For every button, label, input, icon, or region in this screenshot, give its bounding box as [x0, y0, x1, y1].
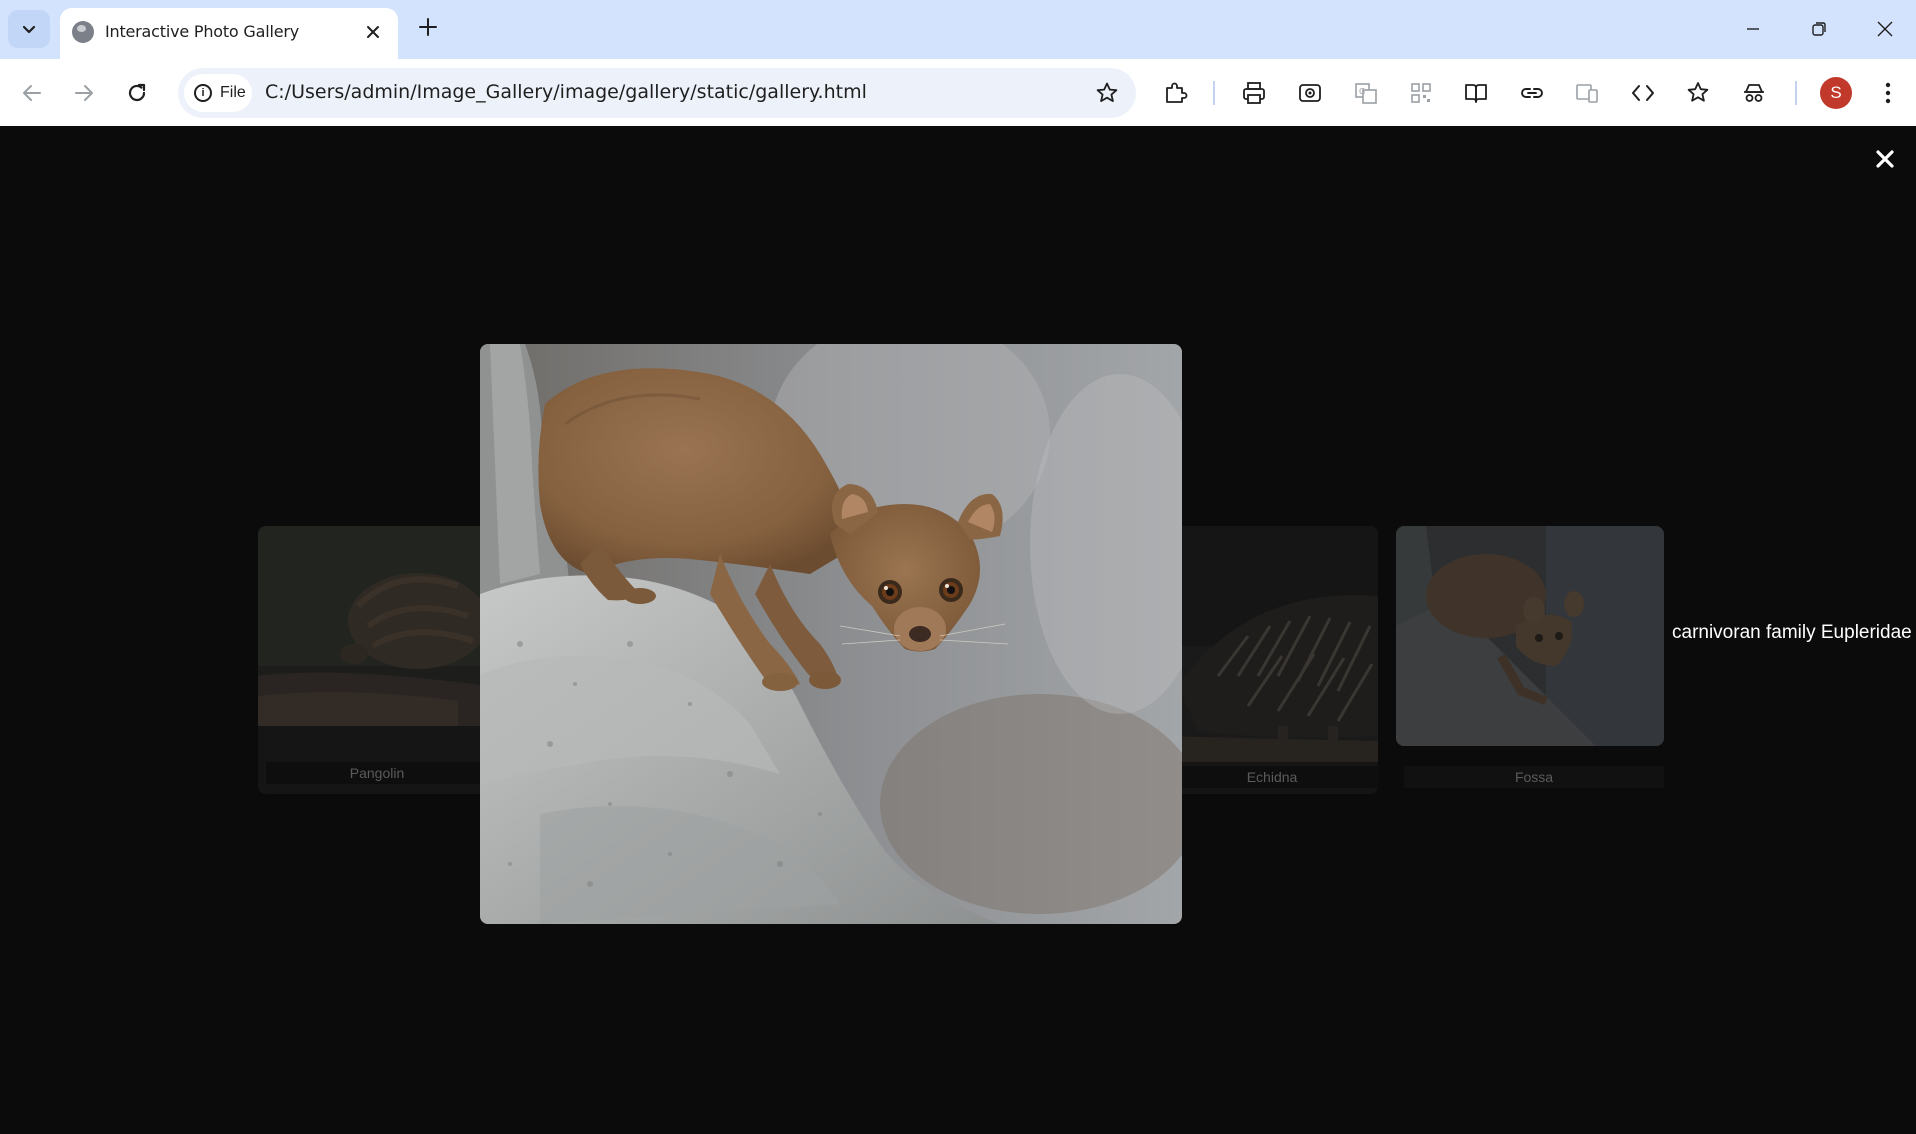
- gallery-page: Pangolin Echidna Fossa carnivoran family…: [0, 126, 1916, 1134]
- qr-code-button[interactable]: [1404, 76, 1438, 110]
- close-icon: [1876, 150, 1894, 168]
- back-button[interactable]: [12, 73, 52, 113]
- copy-link-button[interactable]: [1515, 76, 1549, 110]
- close-icon: [367, 26, 379, 38]
- tab-strip: Interactive Photo Gallery: [0, 0, 1916, 59]
- book-icon: [1465, 84, 1487, 103]
- gallery-card-echidna[interactable]: Echidna: [1158, 526, 1378, 794]
- gallery-card-pangolin[interactable]: Pangolin: [258, 526, 488, 794]
- window-close-button[interactable]: [1862, 8, 1908, 50]
- screenshot-button[interactable]: [1293, 76, 1327, 110]
- view-source-button[interactable]: [1626, 76, 1660, 110]
- lightbox-image: [480, 344, 1182, 924]
- arrow-right-icon: [75, 85, 93, 101]
- card-caption: Pangolin: [266, 762, 488, 784]
- browser-menu-button[interactable]: [1873, 76, 1903, 110]
- svg-text:G: G: [1359, 87, 1365, 96]
- restore-button[interactable]: [1796, 8, 1842, 50]
- url-text[interactable]: C:/Users/admin/Image_Gallery/image/galle…: [265, 81, 867, 103]
- gallery-card-fossa[interactable]: Fossa: [1396, 526, 1664, 794]
- reload-button[interactable]: [117, 73, 157, 113]
- toolbar-divider: [1795, 81, 1797, 105]
- bookmark-star-button[interactable]: [1092, 78, 1122, 108]
- code-icon: [1632, 85, 1654, 101]
- camera-scan-icon: [1299, 84, 1321, 102]
- new-tab-button[interactable]: [412, 11, 444, 43]
- incognito-icon: [1744, 84, 1764, 102]
- globe-icon: [72, 21, 94, 43]
- lightbox-close-button[interactable]: [1870, 144, 1900, 174]
- more-vertical-icon: [1885, 82, 1891, 104]
- restore-icon: [1812, 22, 1826, 36]
- site-info-chip[interactable]: i File: [184, 74, 252, 112]
- browser-tab[interactable]: Interactive Photo Gallery: [60, 8, 398, 59]
- browser-toolbar: i File C:/Users/admin/Image_Gallery/imag…: [0, 59, 1916, 126]
- site-info-label: File: [220, 84, 246, 101]
- pangolin-thumbnail: [258, 526, 488, 726]
- address-bar[interactable]: i File C:/Users/admin/Image_Gallery/imag…: [178, 68, 1136, 118]
- device-toggle-button[interactable]: [1570, 76, 1604, 110]
- arrow-left-icon: [23, 85, 41, 101]
- link-icon: [1521, 88, 1543, 98]
- close-icon: [1877, 21, 1893, 37]
- minimize-button[interactable]: [1730, 8, 1776, 50]
- puzzle-icon: [1166, 82, 1188, 103]
- qr-code-icon: [1411, 83, 1431, 103]
- card-caption: Echidna: [1166, 766, 1378, 788]
- echidna-thumbnail: [1158, 526, 1378, 762]
- card-caption: Fossa: [1404, 766, 1664, 788]
- plus-icon: [419, 18, 437, 36]
- star-icon: [1096, 82, 1118, 102]
- incognito-button[interactable]: [1737, 76, 1771, 110]
- bookmarks-button[interactable]: [1681, 76, 1715, 110]
- star-list-icon: [1687, 82, 1709, 102]
- translate-icon: G: [1355, 83, 1377, 104]
- reload-icon: [128, 83, 146, 102]
- fossa-thumbnail: [1396, 526, 1664, 746]
- tab-title: Interactive Photo Gallery: [105, 22, 299, 41]
- minimize-icon: [1747, 28, 1759, 30]
- info-icon: i: [194, 84, 212, 102]
- chevron-down-icon: [22, 25, 36, 34]
- forward-button[interactable]: [64, 73, 104, 113]
- tab-close-button[interactable]: [360, 19, 386, 45]
- extensions-button[interactable]: [1158, 76, 1192, 110]
- translate-button[interactable]: G: [1349, 76, 1383, 110]
- profile-avatar[interactable]: S: [1820, 77, 1852, 109]
- tab-search-button[interactable]: [8, 10, 50, 48]
- print-button[interactable]: [1237, 76, 1271, 110]
- toolbar-divider: [1213, 81, 1215, 105]
- printer-icon: [1243, 82, 1265, 104]
- devices-icon: [1576, 84, 1598, 103]
- reading-mode-button[interactable]: [1459, 76, 1493, 110]
- image-description: carnivoran family Eupleridae: [1672, 622, 1912, 643]
